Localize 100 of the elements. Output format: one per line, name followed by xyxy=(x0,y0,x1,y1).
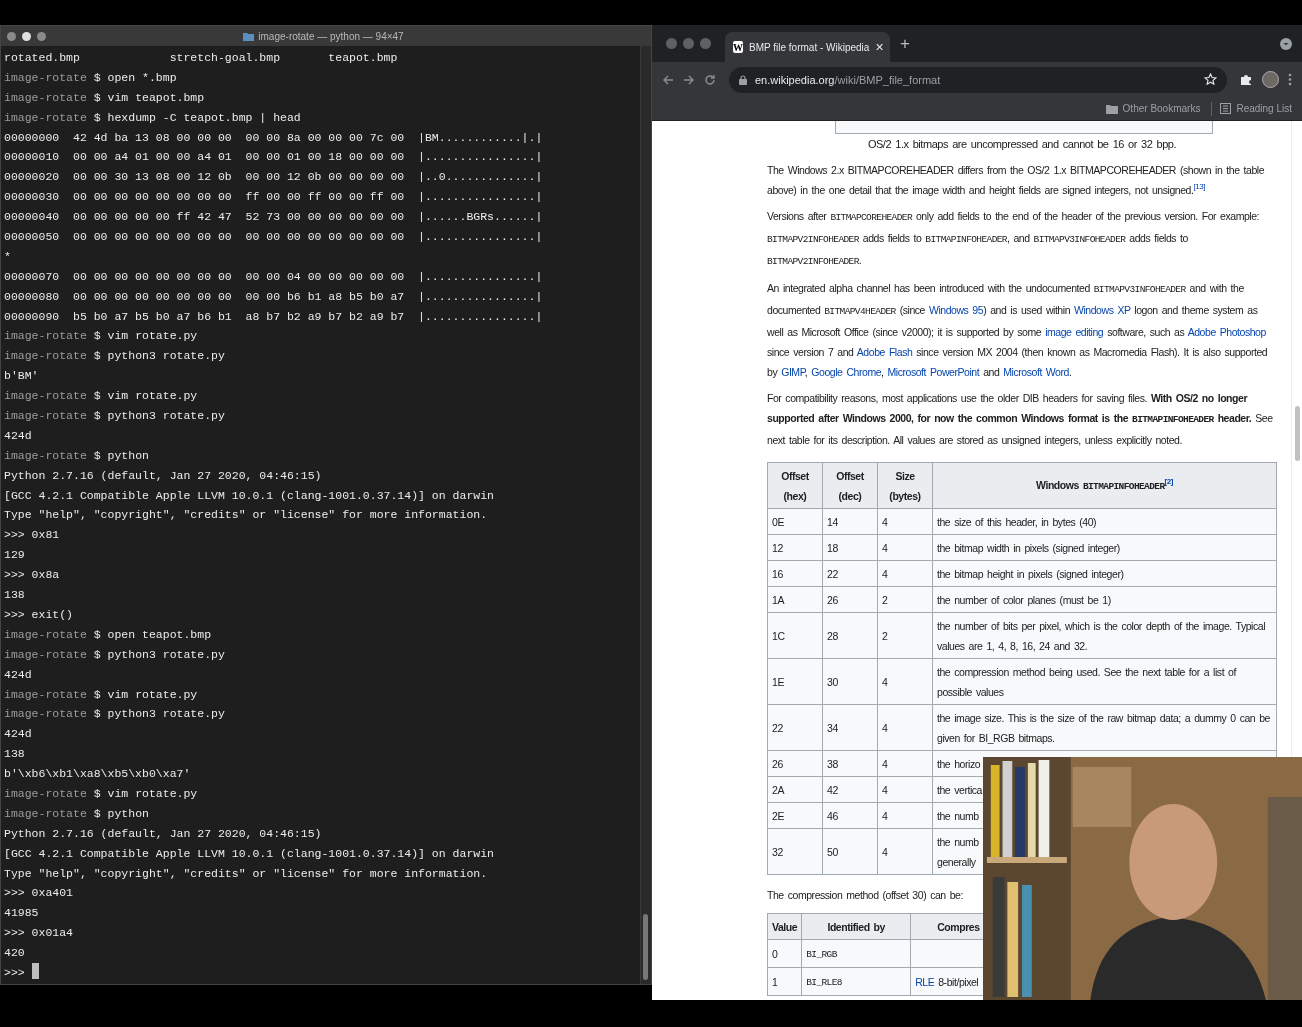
table-cell: 4 xyxy=(877,776,933,803)
star-icon[interactable] xyxy=(1204,73,1217,86)
output-line: 420 xyxy=(4,946,25,960)
paragraph: Versions after BITMAPCOREHEADER only add fields to the end of the header of the previous version. For example: BITMAPV2INFOHEADER adds fields to BITMAPINFOHEADER, and BITMAPV3INFOHEADER adds fields to BITMAPV2INFOHEADER. xyxy=(767,209,1261,269)
prompt-text: image-rotate xyxy=(4,70,87,84)
table-cell: 0 xyxy=(767,939,802,968)
bookmark-link[interactable]: Reading List xyxy=(1236,103,1292,114)
avatar[interactable] xyxy=(1262,71,1279,88)
bookmark-link[interactable]: Other Bookmarks xyxy=(1122,103,1201,114)
minimize-light-icon[interactable] xyxy=(22,31,31,41)
table-cell: 16 xyxy=(767,560,823,587)
table-cell: 2E xyxy=(767,802,823,829)
prompt-text: image-rotate xyxy=(4,707,87,721)
output-line: 00000070 00 00 00 00 00 00 00 00 00 00 04 00 00 00 00 00 |................| xyxy=(4,269,543,283)
table-cell: 26 xyxy=(767,750,823,777)
table-cell: the image size. This is the size of the raw bitmap data; a dummy 0 can be given for BI_RGB bitmaps. xyxy=(932,704,1277,751)
output-line: >>> 0x81 xyxy=(4,528,60,542)
output-line: 00000080 00 00 00 00 00 00 00 00 00 00 b6 b1 a8 b5 b0 a7 |................| xyxy=(4,289,543,303)
folder-icon xyxy=(243,31,255,41)
output-line: 00000010 00 00 a4 01 00 00 a4 01 00 00 01 00 18 00 00 00 |................| xyxy=(4,150,543,164)
table-cell: 1A xyxy=(767,586,823,613)
table-cell: 22 xyxy=(822,560,878,587)
zoom-light-icon[interactable] xyxy=(700,38,711,49)
table-cell: 2 xyxy=(877,586,933,613)
paragraph: The Windows 2.x BITMAPCOREHEADER differs from the OS/2 1.x BITMAPCOREHEADER (shown in the table above) in the one detail that the image width and height fields are signed integers, not unsigned.$^{[13]}$ xyxy=(767,163,1266,198)
new-tab-button[interactable]: + xyxy=(900,33,910,54)
column-header: Value xyxy=(767,913,802,940)
table-cell: the compression method being used. See the next table for a list of possible values xyxy=(932,658,1277,705)
link[interactable]: Microsoft PowerPoint xyxy=(887,366,980,378)
reference-link[interactable]: [13] xyxy=(1193,182,1205,191)
command-text: $ open teapot.bmp xyxy=(93,627,212,641)
command-text: $ vim teapot.bmp xyxy=(93,90,205,104)
table-cell: 4 xyxy=(877,828,933,875)
output-line: 138 xyxy=(4,747,25,761)
reference-link[interactable]: [2] xyxy=(1164,476,1173,486)
command-text: $ python xyxy=(93,806,149,820)
table-cell: 28 xyxy=(822,612,878,659)
output-line: >>> xyxy=(4,965,25,979)
puzzle-icon[interactable] xyxy=(1240,73,1253,86)
output-line: >>> 0x8a xyxy=(4,568,60,582)
table-cell: 1E xyxy=(767,658,823,705)
table-cell: 46 xyxy=(822,802,878,829)
close-light-icon[interactable] xyxy=(666,38,677,49)
table-cell: 4 xyxy=(877,534,933,561)
table-cell: 42 xyxy=(822,776,878,803)
prompt-text: image-rotate xyxy=(4,110,87,124)
table-cell: the size of this header, in bytes (40) xyxy=(932,508,1277,535)
prompt-text: image-rotate xyxy=(4,806,87,820)
table-cell: the bitmap height in pixels (signed integer) xyxy=(932,560,1277,587)
scroll-thumb[interactable] xyxy=(1295,406,1300,461)
table-caption: OS/2 1.x bitmaps are uncompressed and cannot be 16 or 32 bpp. xyxy=(866,137,1178,151)
zoom-light-icon[interactable] xyxy=(37,31,46,41)
command-text: $ python xyxy=(93,448,149,462)
link[interactable]: Windows XP xyxy=(1074,304,1131,316)
table-cell: 12 xyxy=(767,534,823,561)
link[interactable]: Microsoft Word xyxy=(1003,366,1069,378)
back-icon[interactable] xyxy=(662,73,674,86)
table-cell: 1 xyxy=(767,967,802,996)
table-cell: 0E xyxy=(767,508,823,535)
link[interactable]: image editing xyxy=(1045,326,1104,338)
prompt-text: image-rotate xyxy=(4,409,87,423)
address-bar[interactable]: en.wikipedia.org/wiki/BMP_file_format xyxy=(729,66,1227,93)
link[interactable]: Adobe Flash xyxy=(856,346,913,358)
output-line: 424d xyxy=(4,667,32,681)
link[interactable]: GIMP xyxy=(781,366,805,378)
output-line: [GCC 4.2.1 Compatible Apple LLVM 10.0.1 (clang-1001.0.37.14)] on darwin xyxy=(4,488,494,502)
table-cell: 4 xyxy=(877,658,933,705)
prompt-text: image-rotate xyxy=(4,329,87,343)
output-line: 00000050 00 00 00 00 00 00 00 00 00 00 00 00 00 00 00 00 |................| xyxy=(4,230,543,243)
close-light-icon[interactable] xyxy=(7,31,16,41)
command-text: $ python3 rotate.py xyxy=(93,349,225,363)
output-line: Python 2.7.16 (default, Jan 27 2020, 04:46:15) xyxy=(4,826,322,840)
list-icon xyxy=(1220,103,1232,114)
column-header: Identified by xyxy=(801,913,911,940)
table-cell: the number of bits per pixel, which is the color depth of the image. Typical values are 1, 4, 8, 16, 24 and 32. xyxy=(932,612,1277,659)
close-tab-button[interactable]: × xyxy=(875,39,884,55)
output-line: [GCC 4.2.1 Compatible Apple LLVM 10.0.1 (clang-1001.0.37.14)] on darwin xyxy=(4,846,494,860)
output-line: 41985 xyxy=(4,906,39,920)
browser-tab[interactable]: W BMP file format - Wikipedia × xyxy=(725,32,890,62)
scroll-thumb[interactable] xyxy=(643,914,648,980)
output-line: 138 xyxy=(4,588,25,602)
prompt-text: image-rotate xyxy=(4,90,87,104)
table-cell: 4 xyxy=(877,802,933,829)
link[interactable]: Adobe Photoshop xyxy=(1187,326,1266,338)
reload-icon[interactable] xyxy=(704,73,716,86)
prompt-text: image-rotate xyxy=(4,448,87,462)
output-line: * xyxy=(4,249,11,263)
forward-icon[interactable] xyxy=(683,73,695,86)
menu-icon[interactable] xyxy=(1288,73,1292,86)
dropdown-icon[interactable] xyxy=(1280,37,1292,50)
column-header: Size (bytes) xyxy=(877,462,933,509)
table-cell: 4 xyxy=(877,560,933,587)
command-text: $ python3 rotate.py xyxy=(93,409,225,423)
link[interactable]: RLE xyxy=(915,975,935,988)
output-line: 00000020 00 00 30 13 08 00 12 0b 00 00 12 0b 00 00 00 00 |..0.............| xyxy=(4,170,543,184)
command-text: $ python3 rotate.py xyxy=(93,707,225,721)
window-title: image-rotate — python — 94×47 xyxy=(258,30,404,42)
paragraph: For compatibility reasons, most applications use the older DIB headers for saving files. With OS/2 no longer supported after Windows 2000, for now the common Windows format is the BITMAPINFOHEADER header. See next table for its description. All values are stored as unsigned integers, unless explicitly noted. xyxy=(767,391,1274,448)
prompt-text: image-rotate xyxy=(4,687,87,701)
output-line: Type "help", "copyright", "credits" or "license" for more information. xyxy=(4,866,488,880)
